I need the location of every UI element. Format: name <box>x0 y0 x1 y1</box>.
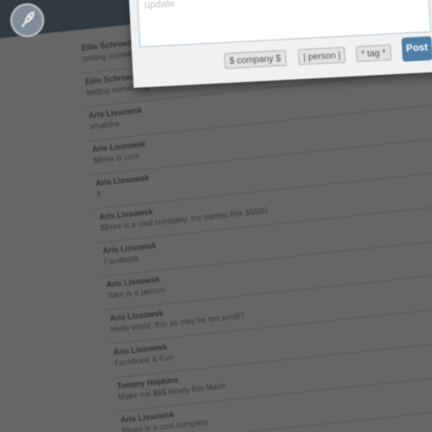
tag-button[interactable]: * tag * <box>355 44 392 63</box>
update-input[interactable] <box>136 0 432 48</box>
app-screen: Ellie Schroeder testing something Ellie … <box>0 0 432 432</box>
person-tag-button[interactable]: | person | <box>297 46 346 66</box>
rocket-logo-icon[interactable] <box>8 1 46 39</box>
post-button[interactable]: Post <box>401 36 432 62</box>
company-tag-button[interactable]: $ company $ <box>223 49 287 70</box>
